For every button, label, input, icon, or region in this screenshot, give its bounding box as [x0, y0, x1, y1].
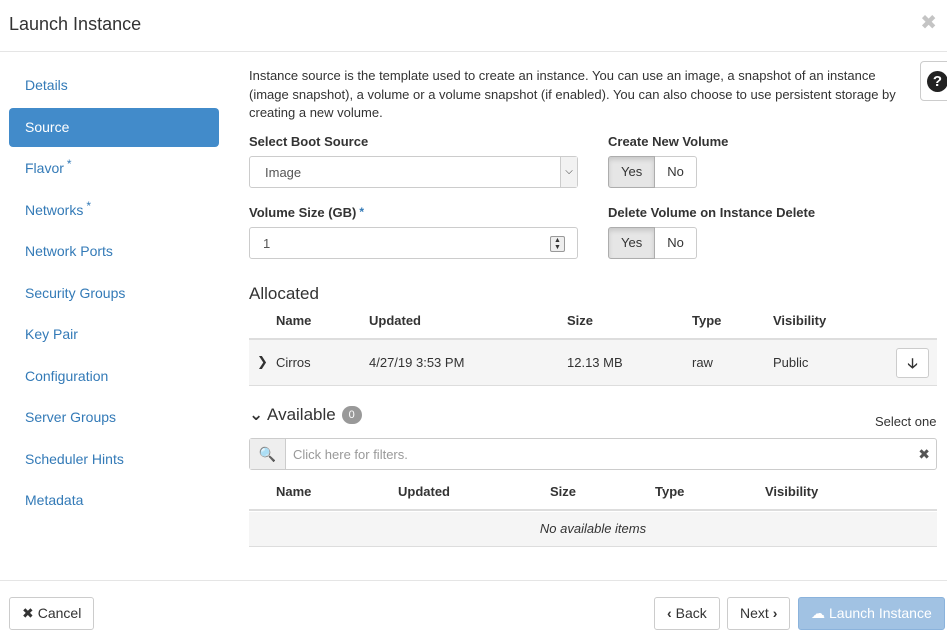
column-header-type[interactable]: Type [655, 484, 684, 499]
sidebar-item-details[interactable]: Details [9, 66, 219, 105]
chevron-left-icon: ‹ [667, 605, 672, 621]
cell-size: 12.13 MB [567, 355, 623, 370]
sidebar-item-source[interactable]: Source [9, 107, 219, 147]
boot-source-value: Image [265, 165, 302, 180]
sidebar-item-label: Security Groups [25, 284, 126, 301]
sidebar-item-label: Networks [25, 201, 84, 218]
available-title: Available [267, 405, 336, 424]
available-header[interactable]: ⌄ Available 0 [249, 405, 362, 425]
wizard-sidebar: Details Source Flavor * Networks * Network… [9, 66, 219, 523]
delete-volume-yes-button[interactable]: Yes [608, 227, 656, 259]
cloud-upload-icon: ☁ [811, 605, 825, 621]
create-volume-toggle: Yes No [608, 156, 697, 188]
sidebar-item-configuration[interactable]: Configuration [9, 357, 219, 396]
required-mark: * [66, 157, 72, 171]
cancel-button[interactable]: ✖ Cancel [9, 597, 95, 630]
sidebar-item-network-ports[interactable]: Network Ports [9, 232, 219, 271]
number-spinner-icon[interactable]: ▲ ▼ [550, 236, 565, 252]
help-button[interactable]: ? [920, 61, 947, 101]
volume-size-input[interactable]: 1 ▲ ▼ [249, 227, 578, 259]
sidebar-item-security-groups[interactable]: Security Groups [9, 274, 219, 313]
next-label: Next [740, 605, 769, 621]
empty-table-message: No available items [249, 512, 937, 547]
cell-visibility: Public [773, 355, 809, 370]
sidebar-item-label: Network Ports [25, 243, 113, 259]
sidebar-item-key-pair[interactable]: Key Pair [9, 315, 219, 354]
sidebar-item-label: Configuration [25, 367, 109, 384]
column-header-size[interactable]: Size [567, 313, 593, 328]
source-description: Instance source is the template used to … [249, 68, 896, 120]
column-header-type[interactable]: Type [692, 313, 721, 328]
deallocate-button[interactable]: 🡣 [896, 348, 929, 378]
create-volume-yes-button[interactable]: Yes [608, 156, 656, 188]
volume-size-value: 1 [263, 236, 271, 251]
launch-instance-button[interactable]: ☁ Launch Instance [798, 597, 945, 630]
filter-bar[interactable]: 🔍 Click here for filters. ✖ [249, 438, 937, 470]
cell-name: Cirros [276, 355, 311, 370]
column-header-name[interactable]: Name [276, 484, 311, 499]
modal-header: Launch Instance ✖ [0, 0, 947, 52]
sidebar-item-label: Metadata [25, 492, 84, 508]
delete-volume-no-button[interactable]: No [655, 227, 697, 259]
available-table-header: Name Updated Size Type Visibility [249, 477, 937, 511]
column-header-updated[interactable]: Updated [398, 484, 450, 499]
volume-size-label-text: Volume Size (GB) [249, 205, 357, 220]
close-icon: ✖ [22, 605, 34, 621]
delete-volume-toggle: Yes No [608, 227, 697, 259]
cell-type: raw [692, 355, 713, 370]
sidebar-item-label: Source [25, 118, 70, 135]
create-volume-label: Create New Volume [608, 134, 729, 149]
sidebar-item-label: Details [25, 77, 68, 93]
select-one-hint: Select one [875, 414, 937, 429]
sidebar-item-label: Flavor [25, 160, 64, 176]
boot-source-select[interactable]: Image ⌵ [249, 156, 578, 188]
close-icon[interactable]: ✖ [920, 10, 937, 35]
launch-label: Launch Instance [829, 605, 932, 621]
sidebar-item-metadata[interactable]: Metadata [9, 481, 219, 520]
question-icon: ? [927, 71, 947, 92]
sidebar-item-networks[interactable]: Networks * [9, 191, 219, 230]
search-icon: 🔍 [250, 439, 286, 469]
boot-source-label: Select Boot Source [249, 134, 369, 149]
allocated-table-header: Name Updated Size Type Visibility [249, 306, 937, 340]
table-row: ❯ Cirros 4/27/19 3:53 PM 12.13 MB raw Pu… [249, 340, 937, 386]
sidebar-item-flavor[interactable]: Flavor * [9, 149, 219, 188]
column-header-name[interactable]: Name [276, 313, 311, 328]
sidebar-item-label: Scheduler Hints [25, 450, 124, 467]
back-label: Back [675, 605, 707, 621]
clear-icon[interactable]: ✖ [918, 446, 930, 463]
sidebar-item-scheduler-hints[interactable]: Scheduler Hints [9, 440, 219, 479]
column-header-updated[interactable]: Updated [369, 313, 421, 328]
required-mark: * [86, 198, 92, 213]
next-button[interactable]: Next › [727, 597, 791, 630]
column-header-visibility[interactable]: Visibility [773, 313, 826, 328]
cell-updated: 4/27/19 3:53 PM [369, 355, 465, 370]
column-header-size[interactable]: Size [550, 484, 576, 499]
filter-input[interactable]: Click here for filters. [293, 447, 408, 462]
allocated-title: Allocated [249, 284, 319, 303]
delete-volume-label: Delete Volume on Instance Delete [608, 205, 816, 220]
modal-title: Launch Instance [9, 14, 142, 34]
chevron-right-icon[interactable]: ❯ [257, 354, 268, 370]
modal-footer: ✖ Cancel ‹ Back Next › ☁ Launch Instance [0, 580, 947, 638]
sidebar-item-server-groups[interactable]: Server Groups [9, 398, 219, 437]
create-volume-no-button[interactable]: No [655, 156, 697, 188]
sidebar-item-label: Key Pair [25, 326, 78, 342]
arrow-down-icon: 🡣 [907, 355, 918, 371]
chevron-down-icon: ⌄ [249, 405, 264, 424]
column-header-visibility[interactable]: Visibility [765, 484, 818, 499]
chevron-right-icon: › [772, 605, 778, 621]
back-button[interactable]: ‹ Back [654, 597, 720, 630]
volume-size-label: Volume Size (GB) * [249, 205, 364, 220]
available-count-badge: 0 [341, 406, 362, 424]
sidebar-item-label: Server Groups [25, 409, 117, 425]
required-mark: * [359, 205, 365, 219]
chevron-down-icon: ⌵ [560, 157, 577, 187]
cancel-label: Cancel [37, 605, 82, 621]
